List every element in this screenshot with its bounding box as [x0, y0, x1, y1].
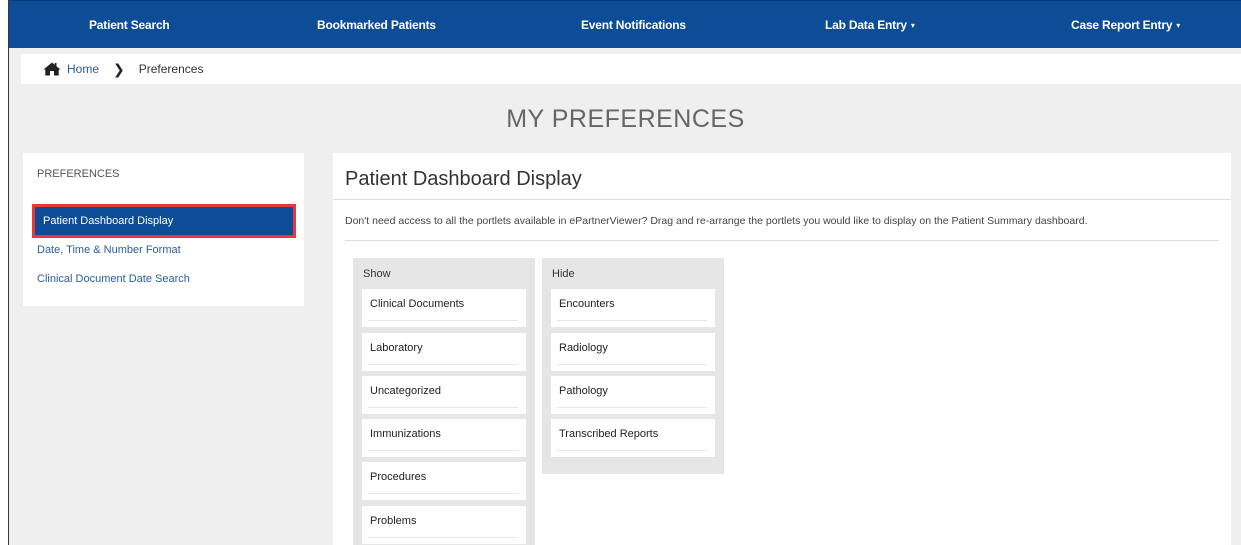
- sidebar-heading: PREFERENCES: [37, 168, 120, 180]
- chevron-down-icon: ▾: [1176, 20, 1181, 30]
- sidebar-item-date-time-number-format[interactable]: Date, Time & Number Format: [37, 244, 181, 256]
- app-frame: Patient Search Bookmarked Patients Event…: [8, 0, 1241, 545]
- show-column[interactable]: Show Clinical Documents Laboratory Uncat…: [353, 258, 535, 545]
- portlet-encounters[interactable]: Encounters: [551, 289, 715, 327]
- nav-lab-data-entry[interactable]: Lab Data Entry ▾: [825, 1, 915, 49]
- nav-bookmarked-patients[interactable]: Bookmarked Patients: [317, 1, 436, 49]
- hide-column-label: Hide: [552, 268, 575, 280]
- page-title: MY PREFERENCES: [506, 105, 745, 133]
- portlet-radiology[interactable]: Radiology: [551, 333, 715, 371]
- chevron-down-icon: ▾: [910, 20, 915, 30]
- divider: [333, 199, 1231, 200]
- portlet-pathology[interactable]: Pathology: [551, 376, 715, 414]
- top-nav: Patient Search Bookmarked Patients Event…: [9, 0, 1241, 48]
- portlet-uncategorized[interactable]: Uncategorized: [362, 376, 526, 414]
- divider: [345, 240, 1219, 241]
- home-icon[interactable]: [43, 62, 61, 76]
- portlet-clinical-documents[interactable]: Clinical Documents: [362, 289, 526, 327]
- breadcrumb-current: Preferences: [138, 62, 204, 76]
- show-column-label: Show: [363, 268, 391, 280]
- portlet-laboratory[interactable]: Laboratory: [362, 333, 526, 371]
- nav-case-report-entry[interactable]: Case Report Entry ▾: [1071, 1, 1180, 49]
- hide-column[interactable]: Hide Encounters Radiology Pathology Tran…: [542, 258, 724, 474]
- portlet-immunizations[interactable]: Immunizations: [362, 419, 526, 457]
- sidebar-item-patient-dashboard-display[interactable]: Patient Dashboard Display: [32, 204, 296, 238]
- preferences-sidebar: PREFERENCES Patient Dashboard Display Da…: [23, 153, 304, 306]
- breadcrumb: Home ❯ Preferences: [21, 54, 1241, 84]
- chevron-right-icon: ❯: [113, 60, 125, 77]
- sidebar-item-clinical-document-date-search[interactable]: Clinical Document Date Search: [37, 273, 190, 285]
- portlet-problems[interactable]: Problems: [362, 506, 526, 544]
- dashboard-display-panel: Patient Dashboard Display Don't need acc…: [333, 153, 1231, 545]
- section-description: Don't need access to all the portlets av…: [345, 215, 1088, 227]
- breadcrumb-home-link[interactable]: Home: [67, 62, 99, 76]
- section-title: Patient Dashboard Display: [345, 168, 582, 190]
- nav-event-notifications[interactable]: Event Notifications: [581, 1, 686, 49]
- nav-patient-search[interactable]: Patient Search: [89, 1, 170, 49]
- portlet-transcribed-reports[interactable]: Transcribed Reports: [551, 419, 715, 457]
- portlet-procedures[interactable]: Procedures: [362, 462, 526, 500]
